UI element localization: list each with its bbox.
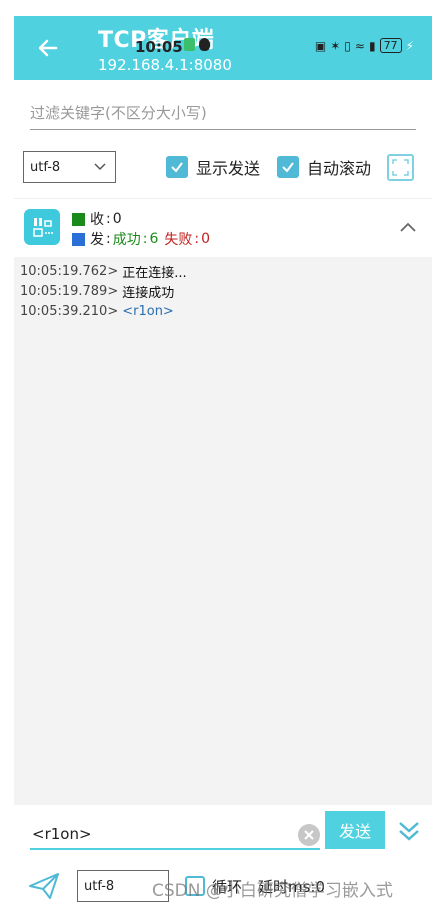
send-encoding-value: utf-8 — [84, 878, 115, 894]
show-send-label: 显示发送 — [196, 159, 261, 178]
log-time: 10:05:39.210> — [20, 303, 119, 319]
auto-scroll-toggle[interactable]: 自动滚动 — [277, 155, 371, 179]
log-message: <r1on> — [122, 303, 174, 319]
send-button[interactable]: 发送 — [325, 811, 385, 849]
log-message: 正在连接... — [122, 265, 187, 281]
paper-plane-icon[interactable] — [28, 872, 60, 900]
status-time: 10:05 — [135, 38, 183, 56]
status-app-icons — [184, 38, 210, 51]
check-icon — [171, 162, 183, 173]
log-row: 10:05:39.210> <r1on> — [20, 301, 426, 321]
battery-level: 77 — [379, 38, 402, 53]
log-row: 10:05:19.789> 连接成功 — [20, 281, 426, 301]
success-label: 成功 — [112, 232, 141, 248]
wifi-icon: ≈ — [354, 38, 365, 53]
fail-value: 0 — [201, 231, 210, 247]
success-value: 6 — [149, 231, 159, 247]
chevron-down-icon — [94, 163, 106, 171]
send-color-icon — [72, 232, 85, 246]
encoding-select[interactable]: utf-8 — [23, 151, 116, 183]
send-input[interactable] — [30, 820, 320, 850]
show-send-checkbox[interactable] — [166, 156, 188, 178]
send-stat: 发: 成功: 6 失败: 0 — [72, 229, 210, 249]
send-label: 发 — [90, 232, 104, 248]
clear-input-button[interactable] — [298, 824, 320, 846]
qq-icon — [199, 38, 210, 51]
notification-icon — [184, 38, 195, 51]
signal-icon: ▮ — [368, 38, 376, 53]
check-icon — [282, 162, 294, 173]
stats-panel: 收: 0 发: 成功: 6 失败: 0 — [14, 198, 432, 256]
log-message: 连接成功 — [122, 285, 175, 301]
server-address: 192.168.4.1:8080 — [98, 56, 232, 74]
log-row: 10:05:19.762> 正在连接... — [20, 261, 426, 281]
nfc-icon: ▣ — [314, 38, 327, 53]
auto-scroll-label: 自动滚动 — [307, 159, 372, 178]
chevron-up-icon[interactable] — [398, 219, 418, 235]
recv-color-icon — [72, 212, 85, 226]
log-time: 10:05:19.789> — [20, 283, 119, 299]
log-time: 10:05:19.762> — [20, 263, 119, 279]
app-bar: TCP客户端 192.168.4.1:8080 10:05 ▣ ✶ ▯ ≈ ▮ … — [14, 16, 432, 80]
double-chevron-down-icon[interactable] — [396, 818, 422, 844]
filter-input[interactable] — [30, 96, 416, 130]
fullscreen-button[interactable] — [387, 154, 414, 181]
charging-icon: ⚡ — [405, 38, 414, 53]
expand-icon — [392, 159, 409, 176]
vibrate-icon: ▯ — [344, 38, 351, 53]
close-icon — [304, 830, 314, 840]
clear-log-icon[interactable] — [24, 209, 60, 245]
back-arrow-icon[interactable] — [36, 36, 60, 60]
fail-label: 失败 — [164, 232, 193, 248]
watermark: CSDN @小白研究僧学习嵌入式 — [152, 881, 393, 901]
recv-stat: 收: 0 — [72, 209, 122, 229]
bluetooth-icon: ✶ — [330, 38, 341, 53]
bottom-bar: utf-8 循环 延时ms:0 CSDN @小白研究僧学习嵌入式 — [0, 866, 439, 909]
auto-scroll-checkbox[interactable] — [277, 156, 299, 178]
message-log[interactable]: 10:05:19.762> 正在连接... 10:05:19.789> 连接成功… — [14, 257, 432, 805]
recv-value: 0 — [112, 211, 122, 227]
show-send-toggle[interactable]: 显示发送 — [166, 155, 260, 179]
status-system-icons: ▣ ✶ ▯ ≈ ▮ 77 ⚡ — [315, 38, 414, 53]
recv-label: 收 — [90, 212, 104, 228]
encoding-value: utf-8 — [30, 159, 61, 175]
